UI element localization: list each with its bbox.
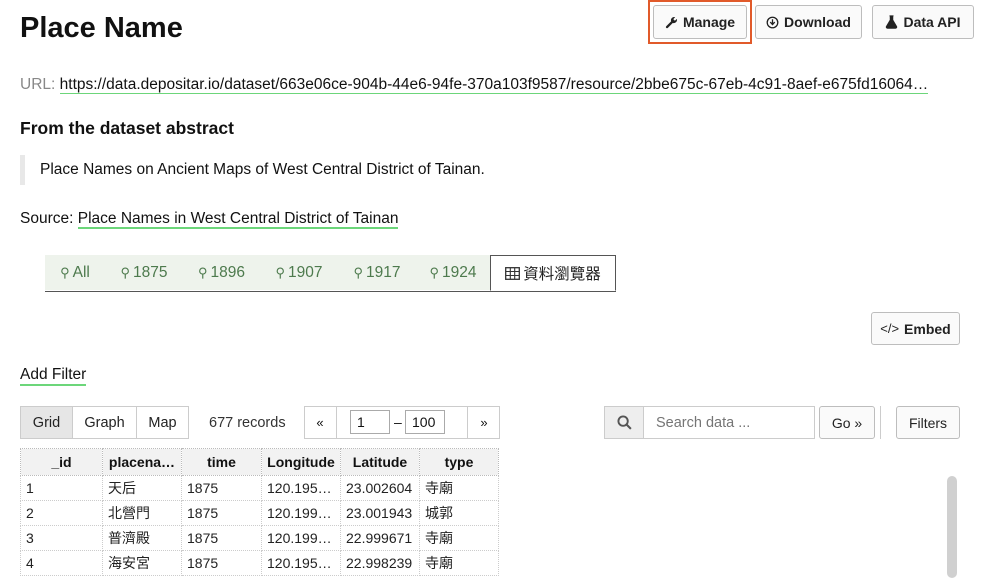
tab-1896[interactable]: ⚲ 1896 bbox=[183, 255, 260, 290]
flask-icon bbox=[886, 15, 898, 29]
column-header[interactable]: Longitude bbox=[261, 448, 341, 476]
record-count: 677 records bbox=[209, 415, 286, 431]
data-grid: _id placena… time Longitude Latitude typ… bbox=[20, 448, 499, 576]
embed-label: Embed bbox=[904, 320, 951, 337]
view-tabs: ⚲ All ⚲ 1875 ⚲ 1896 ⚲ 1907 ⚲ 1917 ⚲ 1924… bbox=[45, 255, 616, 292]
table-cell: 23.002604 bbox=[340, 475, 420, 501]
vertical-scrollbar[interactable] bbox=[947, 476, 957, 578]
map-marker-icon: ⚲ bbox=[197, 264, 208, 280]
table-row[interactable]: 4 海安宮 1875 120.195… 22.998239 寺廟 bbox=[20, 550, 499, 576]
tab-1917[interactable]: ⚲ 1917 bbox=[338, 255, 416, 290]
map-marker-icon: ⚲ bbox=[60, 264, 70, 280]
column-header[interactable]: _id bbox=[20, 448, 103, 476]
page-title: Place Name bbox=[20, 12, 183, 44]
tab-1875[interactable]: ⚲ 1875 bbox=[105, 255, 183, 290]
table-row[interactable]: 3 普濟殿 1875 120.199… 22.999671 寺廟 bbox=[20, 525, 499, 551]
table-cell: 120.195… bbox=[261, 550, 341, 576]
search-icon-button[interactable] bbox=[604, 406, 644, 439]
table-cell: 22.998239 bbox=[340, 550, 420, 576]
table-cell: 23.001943 bbox=[340, 500, 420, 526]
table-cell: 北營門 bbox=[102, 500, 182, 526]
table-cell: 120.195… bbox=[261, 475, 341, 501]
table-cell: 普濟殿 bbox=[102, 525, 182, 551]
search-group bbox=[604, 406, 815, 439]
manage-button[interactable]: Manage bbox=[653, 5, 747, 39]
filters-button[interactable]: Filters bbox=[896, 406, 960, 439]
table-cell: 天后 bbox=[102, 475, 182, 501]
column-header[interactable]: time bbox=[181, 448, 262, 476]
abstract-quote: Place Names on Ancient Maps of West Cent… bbox=[20, 155, 620, 185]
column-header[interactable]: Latitude bbox=[340, 448, 420, 476]
table-cell: 1875 bbox=[181, 550, 262, 576]
column-header[interactable]: placena… bbox=[102, 448, 182, 476]
table-row[interactable]: 1 天后 1875 120.195… 23.002604 寺廟 bbox=[20, 475, 499, 501]
tab-label: 1917 bbox=[366, 263, 401, 281]
table-cell: 城郭 bbox=[419, 500, 499, 526]
table-row[interactable]: 2 北營門 1875 120.199… 23.001943 城郭 bbox=[20, 500, 499, 526]
wrench-icon bbox=[665, 16, 677, 28]
source-row: Source: Place Names in West Central Dist… bbox=[20, 210, 399, 229]
download-label: Download bbox=[784, 14, 851, 30]
table-cell: 1875 bbox=[181, 525, 262, 551]
table-cell: 120.199… bbox=[261, 500, 341, 526]
pager-prev-button[interactable]: « bbox=[304, 406, 337, 439]
source-label: Source: bbox=[20, 210, 74, 227]
table-cell: 寺廟 bbox=[419, 525, 499, 551]
code-icon: </> bbox=[880, 321, 900, 336]
column-header[interactable]: type bbox=[419, 448, 499, 476]
tab-label: 1896 bbox=[210, 263, 245, 281]
map-marker-icon: ⚲ bbox=[275, 264, 286, 280]
pager-from-input[interactable]: 1 bbox=[350, 410, 390, 434]
tab-label: 資料瀏覽器 bbox=[523, 266, 601, 283]
search-go-button[interactable]: Go » bbox=[819, 406, 875, 439]
table-cell: 2 bbox=[20, 500, 103, 526]
tab-label: 1924 bbox=[442, 263, 477, 281]
table-header-row: _id placena… time Longitude Latitude typ… bbox=[20, 448, 499, 476]
tab-label: All bbox=[72, 263, 90, 281]
pager-to-input[interactable]: 100 bbox=[405, 410, 445, 434]
source-link[interactable]: Place Names in West Central District of … bbox=[77, 210, 399, 229]
tab-label: 1875 bbox=[133, 263, 168, 281]
divider bbox=[880, 406, 881, 439]
pager-separator: – bbox=[394, 414, 402, 430]
data-api-label: Data API bbox=[903, 14, 961, 30]
table-cell: 1875 bbox=[181, 500, 262, 526]
table-cell: 1875 bbox=[181, 475, 262, 501]
table-cell: 120.199… bbox=[261, 525, 341, 551]
download-button[interactable]: Download bbox=[755, 5, 862, 39]
add-filter-link[interactable]: Add Filter bbox=[20, 366, 87, 386]
view-mode-map[interactable]: Map bbox=[136, 406, 189, 439]
pager-next-button[interactable]: » bbox=[467, 406, 500, 439]
map-marker-icon: ⚲ bbox=[429, 264, 440, 280]
map-marker-icon: ⚲ bbox=[120, 264, 131, 280]
tab-1924[interactable]: ⚲ 1924 bbox=[416, 255, 490, 290]
map-marker-icon: ⚲ bbox=[353, 264, 364, 280]
download-icon bbox=[766, 16, 779, 28]
manage-label: Manage bbox=[682, 14, 736, 30]
view-mode-grid[interactable]: Grid bbox=[20, 406, 73, 439]
resource-url-row: URL: https://data.depositar.io/dataset/6… bbox=[20, 76, 965, 94]
table-cell: 4 bbox=[20, 550, 103, 576]
table-cell: 22.999671 bbox=[340, 525, 420, 551]
tab-all[interactable]: ⚲ All bbox=[45, 255, 105, 290]
embed-button[interactable]: </> Embed bbox=[871, 312, 960, 345]
tab-data-explorer[interactable]: 資料瀏覽器 bbox=[490, 255, 616, 291]
table-icon bbox=[505, 266, 521, 280]
table-cell: 海安宮 bbox=[102, 550, 182, 576]
tab-1907[interactable]: ⚲ 1907 bbox=[260, 255, 338, 290]
table-cell: 3 bbox=[20, 525, 103, 551]
table-cell: 寺廟 bbox=[419, 550, 499, 576]
search-icon bbox=[616, 415, 632, 430]
url-label: URL: bbox=[20, 76, 56, 93]
table-cell: 寺廟 bbox=[419, 475, 499, 501]
search-input[interactable] bbox=[643, 406, 815, 439]
data-api-button[interactable]: Data API bbox=[872, 5, 974, 39]
table-cell: 1 bbox=[20, 475, 103, 501]
resource-url-link[interactable]: https://data.depositar.io/dataset/663e06… bbox=[59, 76, 929, 94]
view-mode-graph[interactable]: Graph bbox=[72, 406, 137, 439]
abstract-heading: From the dataset abstract bbox=[20, 118, 234, 138]
tab-label: 1907 bbox=[288, 263, 323, 281]
